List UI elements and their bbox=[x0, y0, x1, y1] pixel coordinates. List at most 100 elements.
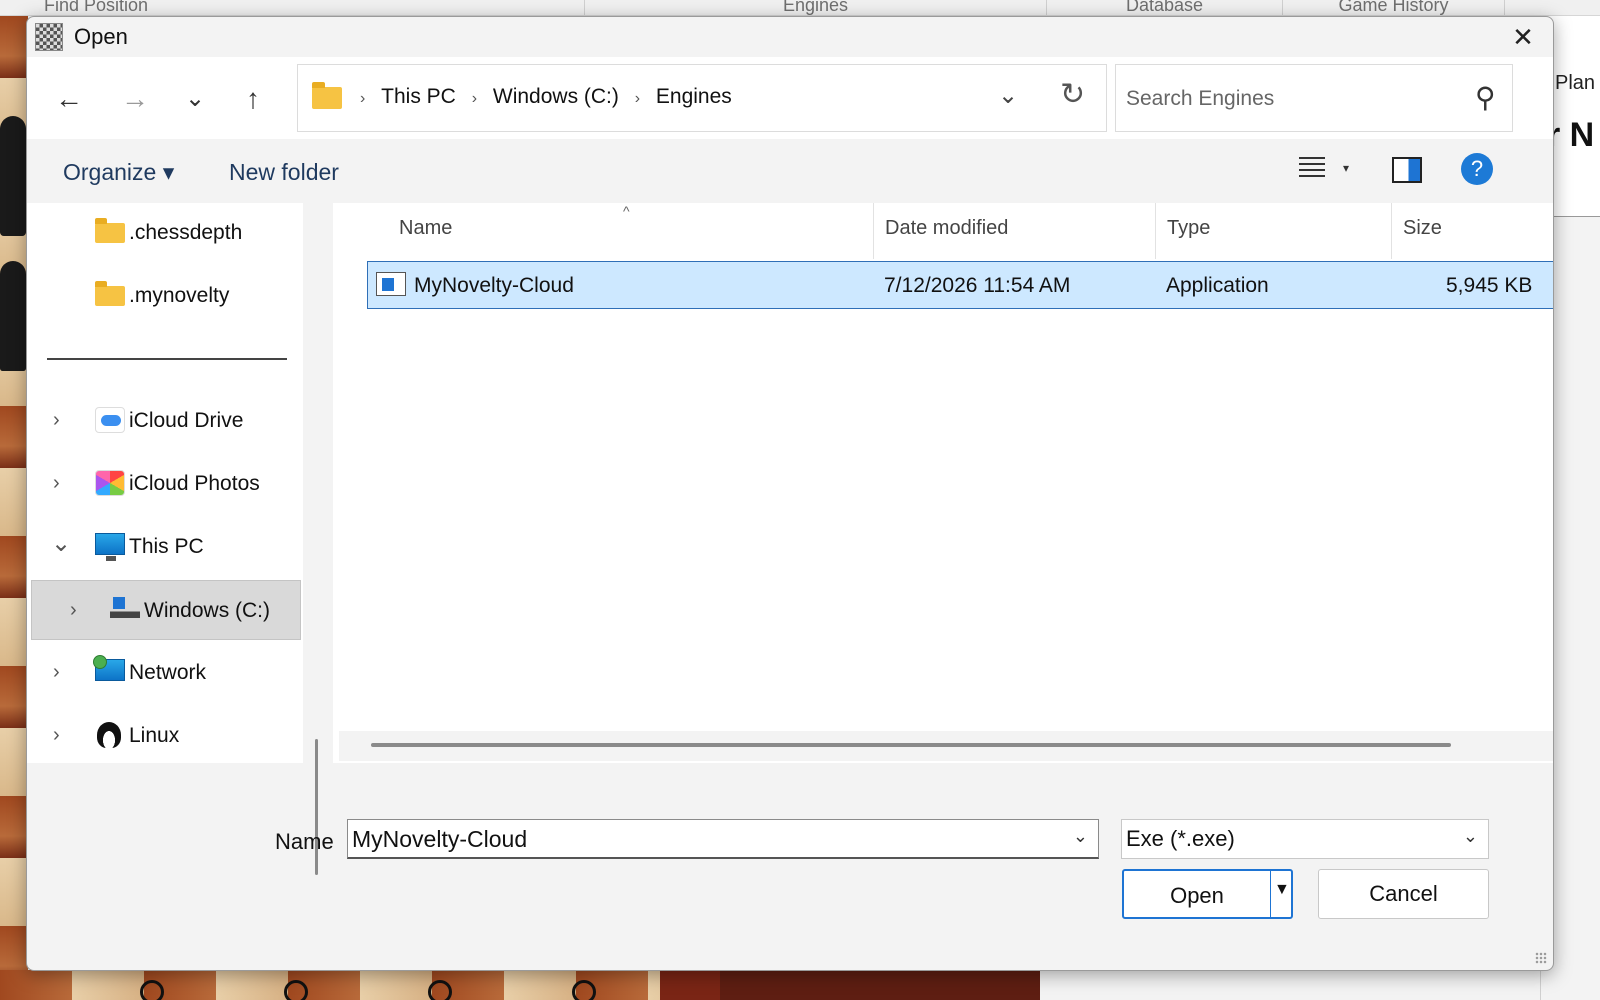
file-date-modified: 7/12/2026 11:54 AM bbox=[884, 274, 1071, 297]
bg-tab-game-history: Game History bbox=[1283, 0, 1505, 15]
view-list-icon[interactable] bbox=[1299, 157, 1325, 181]
breadcrumb-this-pc[interactable]: This PC bbox=[381, 85, 456, 109]
folder-icon bbox=[312, 82, 342, 109]
sidebar-item-network[interactable]: › Network bbox=[27, 643, 303, 703]
sidebar-item-icloud-drive[interactable]: › iCloud Drive bbox=[27, 391, 303, 451]
bg-tab-database: Database bbox=[1047, 0, 1283, 15]
this-pc-icon bbox=[95, 533, 125, 561]
linux-icon bbox=[97, 722, 121, 748]
file-row[interactable]: MyNovelty-Cloud 7/12/2026 11:54 AM Appli… bbox=[367, 261, 1553, 309]
column-header-name[interactable]: Name bbox=[399, 217, 452, 247]
file-type: Application bbox=[1166, 274, 1269, 297]
chessboard-dark-squares bbox=[660, 970, 1040, 1000]
bg-tab-find-position: Find Position bbox=[0, 0, 585, 15]
windows-drive-icon bbox=[110, 597, 140, 623]
breadcrumb: › This PC › Windows (C:) › Engines bbox=[350, 85, 732, 109]
icloud-drive-icon bbox=[95, 407, 125, 433]
cancel-button[interactable]: Cancel bbox=[1318, 869, 1489, 919]
chevron-right-icon[interactable]: › bbox=[53, 472, 60, 495]
sidebar-item-label: Linux bbox=[129, 724, 180, 747]
refresh-icon[interactable]: ↻ bbox=[1060, 77, 1085, 112]
chevron-right-icon[interactable]: › bbox=[53, 724, 60, 747]
chess-piece-white bbox=[284, 980, 308, 1000]
new-folder-button[interactable]: New folder bbox=[229, 159, 339, 186]
dialog-titlebar[interactable]: Open ✕ bbox=[27, 17, 1553, 57]
chevron-right-icon[interactable]: › bbox=[472, 90, 477, 108]
sort-ascending-icon: ^ bbox=[623, 203, 630, 219]
chevron-down-icon[interactable]: ⌄ bbox=[1463, 826, 1478, 847]
file-list: ^ Name Date modified Type Size MyNovelty… bbox=[333, 203, 1553, 763]
chevron-right-icon[interactable]: › bbox=[70, 599, 77, 622]
chess-piece-white bbox=[572, 980, 596, 1000]
breadcrumb-engines[interactable]: Engines bbox=[656, 85, 732, 109]
chess-piece-black bbox=[0, 261, 26, 371]
column-header-size[interactable]: Size bbox=[1403, 217, 1442, 247]
view-options-dropdown[interactable]: ▾ bbox=[1343, 161, 1349, 175]
navigation-bar: ← → ⌄ ↑ › This PC › Windows (C:) › Engin… bbox=[27, 57, 1553, 139]
open-button-divider bbox=[1270, 871, 1271, 917]
forward-button[interactable]: → bbox=[115, 79, 155, 119]
column-divider[interactable] bbox=[873, 203, 874, 259]
chevron-down-icon[interactable]: ⌄ bbox=[998, 81, 1018, 110]
column-header-type[interactable]: Type bbox=[1167, 217, 1210, 247]
file-size: 5,945 KB bbox=[1446, 274, 1533, 297]
file-name: MyNovelty-Cloud bbox=[414, 274, 574, 297]
up-button[interactable]: ↑ bbox=[233, 79, 273, 119]
open-options-arrow-icon[interactable]: ▼ bbox=[1274, 881, 1290, 899]
recent-locations-button[interactable]: ⌄ bbox=[175, 79, 215, 119]
chevron-right-icon[interactable]: › bbox=[53, 661, 60, 684]
column-divider[interactable] bbox=[1391, 203, 1392, 259]
app-chessboard-icon bbox=[35, 23, 63, 51]
sidebar-item-label: Network bbox=[129, 661, 207, 684]
column-header-date-modified[interactable]: Date modified bbox=[885, 217, 1008, 247]
sidebar-item-icloud-photos[interactable]: › iCloud Photos bbox=[27, 454, 303, 514]
column-divider[interactable] bbox=[1155, 203, 1156, 259]
sidebar-item-mynovelty[interactable]: .mynovelty bbox=[27, 266, 303, 326]
chevron-down-icon[interactable]: ⌄ bbox=[1073, 826, 1088, 847]
chess-piece-black bbox=[0, 116, 26, 236]
sidebar-item-label: iCloud Drive bbox=[129, 409, 244, 432]
sidebar-item-chessdepth[interactable]: .chessdepth bbox=[27, 203, 303, 263]
plan-label: Plan E bbox=[1555, 72, 1600, 94]
chevron-right-icon[interactable]: › bbox=[53, 409, 60, 432]
sidebar-item-this-pc[interactable]: ⌄ This PC bbox=[27, 517, 303, 577]
preview-pane-icon[interactable] bbox=[1392, 157, 1422, 183]
breadcrumb-windows-c[interactable]: Windows (C:) bbox=[493, 85, 619, 109]
chessboard-edge-left bbox=[0, 16, 28, 1000]
file-type-filter[interactable]: Exe (*.exe) ⌄ bbox=[1121, 819, 1489, 859]
folder-icon bbox=[95, 218, 125, 243]
open-button-label: Open bbox=[1170, 883, 1224, 908]
address-bar[interactable]: › This PC › Windows (C:) › Engines ⌄ ↻ bbox=[297, 64, 1107, 132]
chevron-down-icon[interactable]: ⌄ bbox=[51, 529, 71, 558]
folder-icon bbox=[95, 281, 125, 306]
horizontal-scrollbar[interactable] bbox=[371, 743, 1451, 747]
open-button[interactable]: Open ▼ bbox=[1122, 869, 1293, 919]
open-file-dialog: Open ✕ ← → ⌄ ↑ › This PC › Windows (C:) … bbox=[26, 16, 1554, 971]
sidebar-item-label: .chessdepth bbox=[129, 221, 243, 244]
file-name-label: Name bbox=[275, 829, 334, 854]
back-button[interactable]: ← bbox=[49, 79, 89, 119]
dialog-title: Open bbox=[74, 24, 128, 49]
sidebar-item-windows-c[interactable]: › Windows (C:) bbox=[31, 580, 301, 640]
resize-grip-icon[interactable] bbox=[1535, 952, 1547, 964]
help-icon[interactable]: ? bbox=[1461, 153, 1493, 185]
sidebar-item-label: .mynovelty bbox=[129, 284, 230, 307]
network-icon bbox=[93, 655, 125, 681]
background-tab-strip: Find Position Engines Database Game Hist… bbox=[0, 0, 1600, 16]
file-name-field[interactable]: MyNovelty-Cloud ⌄ bbox=[347, 819, 1099, 859]
search-input[interactable]: Search Engines ⚲ bbox=[1115, 64, 1513, 132]
sidebar-item-label: This PC bbox=[129, 535, 204, 558]
sidebar-divider bbox=[47, 358, 287, 360]
icloud-photos-icon bbox=[95, 470, 125, 496]
application-icon bbox=[376, 272, 406, 296]
chevron-right-icon: › bbox=[360, 90, 366, 107]
search-placeholder: Search Engines bbox=[1126, 87, 1275, 110]
file-name-value: MyNovelty-Cloud bbox=[352, 826, 528, 852]
chess-piece-white bbox=[140, 980, 164, 1000]
chess-piece-white bbox=[428, 980, 452, 1000]
bg-tab-engines: Engines bbox=[585, 0, 1047, 15]
sidebar-item-linux[interactable]: › Linux bbox=[27, 706, 303, 766]
organize-button[interactable]: Organize ▾ bbox=[63, 159, 174, 186]
chevron-right-icon[interactable]: › bbox=[635, 90, 640, 108]
close-button[interactable]: ✕ bbox=[1503, 21, 1543, 53]
